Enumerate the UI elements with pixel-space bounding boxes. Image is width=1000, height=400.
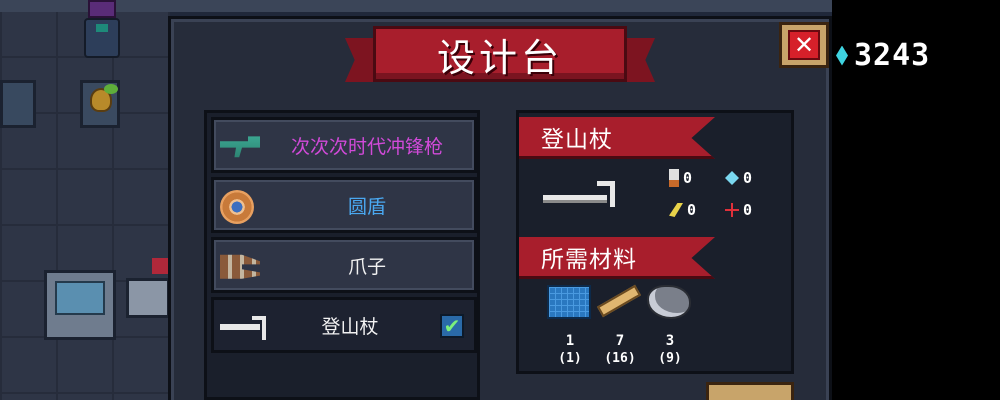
material-owned: (9)	[658, 351, 682, 366]
dungeon-floor	[0, 0, 170, 400]
climbing-staff-icon	[220, 316, 266, 340]
material-owned: (1)	[558, 351, 582, 366]
gem-icon	[836, 45, 848, 66]
smg-icon	[220, 136, 260, 158]
material-blueprint: 1 (1)	[547, 285, 593, 366]
material-owned: (16)	[604, 351, 636, 366]
round-shield-icon	[220, 190, 254, 224]
list-item-climbing-staff[interactable]: 登山杖 ✔	[211, 297, 477, 353]
blueprint-icon	[547, 285, 591, 319]
leaf-icon	[104, 84, 118, 94]
computer-desk	[44, 270, 116, 340]
weapon-list[interactable]: 次次次时代冲锋枪 圆盾 爪子 登山杖 ✔	[204, 110, 480, 400]
materials-banner: 所需材料	[519, 237, 715, 279]
energy-stat: 0	[725, 169, 752, 187]
ore-icon	[647, 285, 691, 319]
item-label: 圆盾	[347, 195, 386, 218]
material-required: 1	[565, 333, 575, 349]
energy-gem-icon	[725, 171, 739, 185]
gem-counter: 3243	[836, 38, 930, 73]
climbing-staff-preview-icon	[543, 181, 615, 209]
item-name: 登山杖	[541, 126, 613, 153]
title-ribbon: 设计台	[345, 24, 655, 84]
materials-list: 1 (1) 7 (16) 3 (9)	[543, 284, 793, 373]
claw-icon	[220, 254, 260, 279]
list-item-claw[interactable]: 爪子	[211, 237, 477, 293]
item-label: 次次次时代冲锋枪	[290, 135, 443, 158]
crosshair-icon	[725, 203, 739, 217]
panel-title: 设计台	[436, 35, 563, 80]
crit-stat: 0	[669, 201, 696, 219]
material-required: 3	[665, 333, 675, 349]
item-name-banner: 登山杖	[519, 117, 715, 159]
wall-shelf	[0, 80, 36, 128]
list-item-round-shield[interactable]: 圆盾	[211, 177, 477, 233]
materials-title: 所需材料	[541, 246, 637, 273]
checkbox-selected[interactable]: ✔	[440, 314, 464, 338]
spread-stat: 0	[725, 201, 752, 219]
wizard-npc	[84, 0, 120, 60]
damage-stat: 0	[669, 169, 692, 187]
gem-count-value: 3243	[854, 38, 931, 73]
material-ore: 3 (9)	[647, 285, 693, 366]
game-scene: 设计台 ✕ 3243 次次次时代冲锋枪 圆盾 爪子 登山杖 ✔ 登山杖 0 0 …	[0, 0, 1000, 400]
material-required: 7	[615, 333, 625, 349]
close-button[interactable]: ✕	[779, 22, 829, 68]
craft-button[interactable]	[706, 382, 794, 400]
crit-bolt-icon	[669, 203, 683, 217]
material-wood: 7 (16)	[596, 284, 643, 366]
item-label: 爪子	[347, 255, 386, 278]
item-detail-panel: 登山杖 0 0 0 0 所需材料 1 (1) 7 (16) 3 (9)	[516, 110, 794, 374]
side-table	[126, 278, 170, 318]
list-item-smg[interactable]: 次次次时代冲锋枪	[211, 117, 477, 173]
item-label: 登山杖	[321, 315, 379, 338]
sword-icon	[669, 169, 679, 187]
wood-icon	[596, 284, 642, 318]
close-icon: ✕	[788, 30, 820, 60]
